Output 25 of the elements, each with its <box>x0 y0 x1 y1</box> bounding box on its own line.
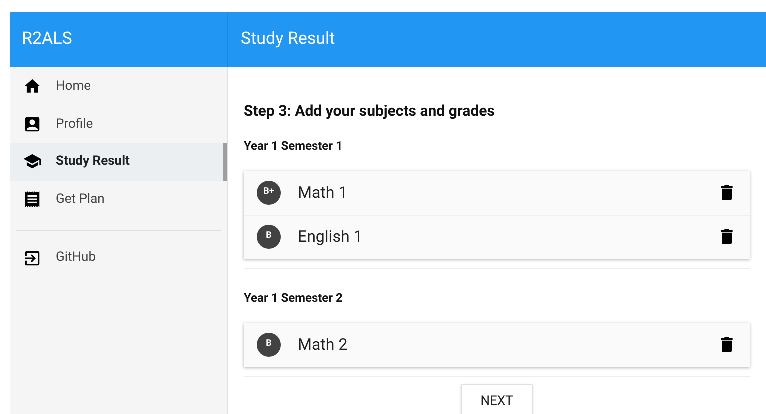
sidebar-item[interactable]: Profile <box>10 106 227 143</box>
person-card-icon <box>23 114 42 134</box>
subject-row[interactable]: B English 1 <box>244 214 750 258</box>
grade-avatar: B <box>257 332 281 356</box>
step-title: Step 3: Add your subjects and grades <box>244 101 496 122</box>
exit-icon <box>23 248 42 268</box>
subject-row[interactable]: B+ Math 1 <box>244 170 750 214</box>
subject-row[interactable]: B Math 2 <box>244 322 750 366</box>
graduation-cap-icon <box>23 152 42 172</box>
sidebar-item[interactable]: Get Plan <box>10 180 227 218</box>
subject-name: Math 2 <box>298 334 349 356</box>
semester-title: Year 1 Semester 2 <box>244 290 344 306</box>
sidebar-item[interactable]: Home <box>10 68 227 106</box>
grade-avatar: B+ <box>257 180 281 204</box>
grade-avatar: B <box>257 225 281 249</box>
selection-indicator <box>223 143 227 180</box>
receipt-icon <box>23 190 42 209</box>
next-button[interactable]: NEXT <box>461 384 533 414</box>
app-title: R2ALS <box>22 28 72 51</box>
semester-title: Year 1 Semester 1 <box>244 138 344 154</box>
subject-name: English 1 <box>298 226 364 248</box>
sidebar-item[interactable]: Study Result <box>10 143 227 180</box>
sidebar-link[interactable]: GitHub <box>10 243 227 273</box>
page-title: Study Result <box>241 28 336 51</box>
subject-name: Math 1 <box>298 182 349 204</box>
